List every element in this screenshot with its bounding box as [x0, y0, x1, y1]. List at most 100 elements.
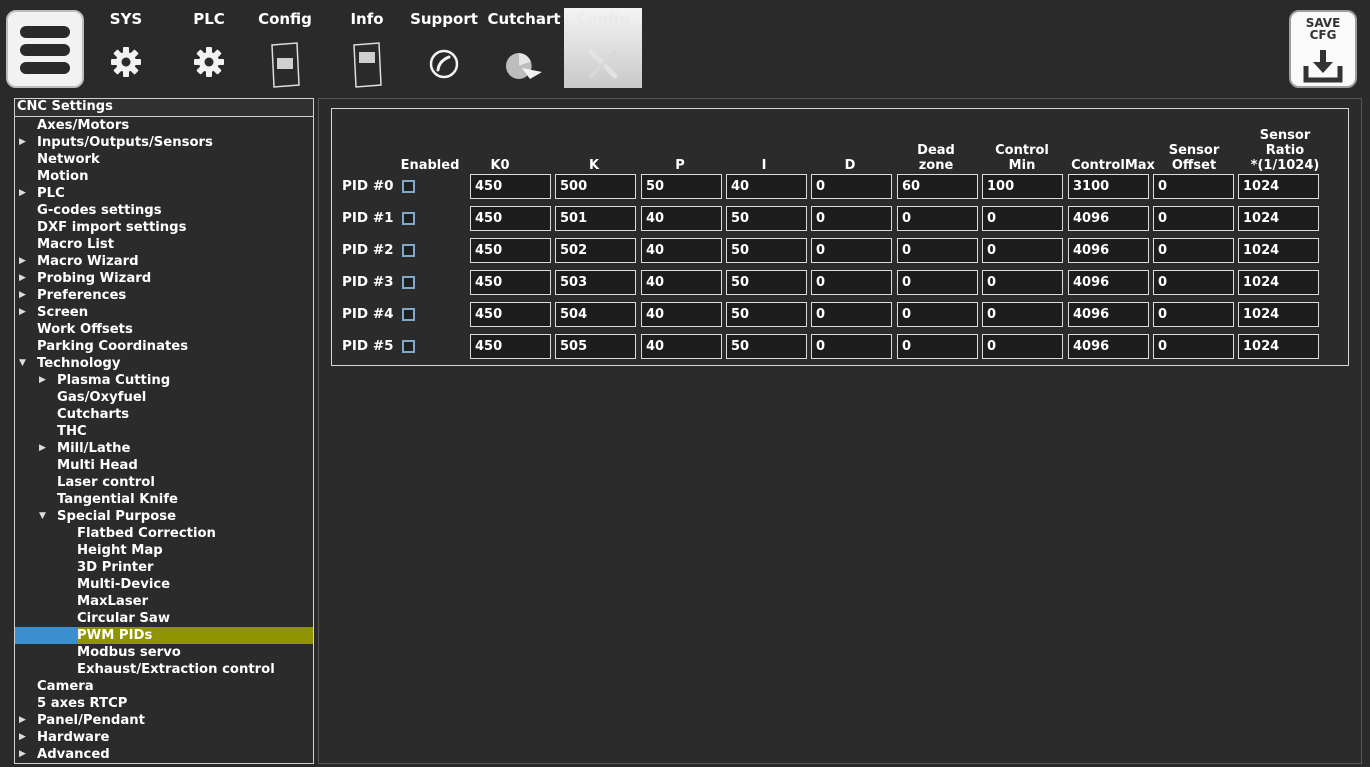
- pid-sensor-offset-field[interactable]: [1153, 206, 1234, 231]
- pid-p-field[interactable]: [641, 270, 722, 295]
- pid-control-min-field[interactable]: [982, 174, 1063, 199]
- sidebar-item-5-axes-rtcp[interactable]: 5 axes RTCP: [15, 695, 313, 712]
- pid-enabled-checkbox[interactable]: [402, 276, 415, 289]
- pid-control-min-field[interactable]: [982, 270, 1063, 295]
- pid-sensor-offset-field[interactable]: [1153, 334, 1234, 359]
- tab-config[interactable]: Config: [252, 8, 318, 88]
- sidebar-item-pwm-pids[interactable]: PWM PIDs: [15, 627, 313, 644]
- pid-d-field[interactable]: [811, 334, 892, 359]
- expand-right-arrow-icon[interactable]: ▶: [19, 287, 26, 304]
- sidebar-item-dxf-import-settings[interactable]: DXF import settings: [15, 219, 313, 236]
- pid-controlmax-field[interactable]: [1068, 238, 1149, 263]
- sidebar-item-macro-list[interactable]: Macro List: [15, 236, 313, 253]
- pid-k-field[interactable]: [555, 174, 636, 199]
- sidebar-item-modbus-servo[interactable]: Modbus servo: [15, 644, 313, 661]
- tab-plc[interactable]: PLC: [184, 8, 234, 88]
- sidebar-item-special-purpose[interactable]: ▼ Special Purpose: [15, 508, 313, 525]
- expand-down-arrow-icon[interactable]: ▼: [19, 355, 26, 372]
- sidebar-item-preferences[interactable]: ▶ Preferences: [15, 287, 313, 304]
- expand-right-arrow-icon[interactable]: ▶: [19, 185, 26, 202]
- pid-i-field[interactable]: [726, 206, 807, 231]
- pid-control-min-field[interactable]: [982, 238, 1063, 263]
- sidebar-item-thc[interactable]: THC: [15, 423, 313, 440]
- sidebar-item-plasma-cutting[interactable]: ▶ Plasma Cutting: [15, 372, 313, 389]
- pid-k0-field[interactable]: [470, 174, 551, 199]
- sidebar-item-flatbed-correction[interactable]: Flatbed Correction: [15, 525, 313, 542]
- expand-right-arrow-icon[interactable]: ▶: [19, 729, 26, 746]
- sidebar-item-maxlaser[interactable]: MaxLaser: [15, 593, 313, 610]
- pid-i-field[interactable]: [726, 334, 807, 359]
- pid-p-field[interactable]: [641, 238, 722, 263]
- pid-enabled-checkbox[interactable]: [402, 212, 415, 225]
- pid-dead-zone-field[interactable]: [897, 238, 978, 263]
- expand-right-arrow-icon[interactable]: ▶: [19, 270, 26, 287]
- pid-k0-field[interactable]: [470, 302, 551, 327]
- pid-d-field[interactable]: [811, 174, 892, 199]
- pid-k0-field[interactable]: [470, 238, 551, 263]
- expand-right-arrow-icon[interactable]: ▶: [39, 372, 46, 389]
- pid-controlmax-field[interactable]: [1068, 174, 1149, 199]
- pid-i-field[interactable]: [726, 174, 807, 199]
- sidebar-item-multi-device[interactable]: Multi-Device: [15, 576, 313, 593]
- pid-sensor-ratio-1-1024-field[interactable]: [1238, 238, 1319, 263]
- pid-k-field[interactable]: [555, 334, 636, 359]
- sidebar-item-3d-printer[interactable]: 3D Printer: [15, 559, 313, 576]
- pid-enabled-checkbox[interactable]: [402, 308, 415, 321]
- expand-right-arrow-icon[interactable]: ▶: [19, 134, 26, 151]
- pid-k-field[interactable]: [555, 206, 636, 231]
- pid-sensor-ratio-1-1024-field[interactable]: [1238, 334, 1319, 359]
- sidebar-item-circular-saw[interactable]: Circular Saw: [15, 610, 313, 627]
- settings-tree[interactable]: CNC Settings Axes/Motors ▶ Inputs/Outputs/…: [14, 98, 314, 764]
- sidebar-item-parking-coordinates[interactable]: Parking Coordinates: [15, 338, 313, 355]
- pid-k0-field[interactable]: [470, 334, 551, 359]
- pid-p-field[interactable]: [641, 206, 722, 231]
- pid-control-min-field[interactable]: [982, 334, 1063, 359]
- expand-right-arrow-icon[interactable]: ▶: [19, 746, 26, 763]
- sidebar-item-tangential-knife[interactable]: Tangential Knife: [15, 491, 313, 508]
- pid-p-field[interactable]: [641, 174, 722, 199]
- pid-k-field[interactable]: [555, 302, 636, 327]
- pid-d-field[interactable]: [811, 238, 892, 263]
- sidebar-item-technology[interactable]: ▼ Technology: [15, 355, 313, 372]
- tab-support[interactable]: Support: [404, 8, 484, 88]
- sidebar-item-hardware[interactable]: ▶ Hardware: [15, 729, 313, 746]
- pid-sensor-offset-field[interactable]: [1153, 270, 1234, 295]
- pid-controlmax-field[interactable]: [1068, 206, 1149, 231]
- pid-p-field[interactable]: [641, 302, 722, 327]
- pid-enabled-checkbox[interactable]: [402, 340, 415, 353]
- pid-i-field[interactable]: [726, 270, 807, 295]
- pid-controlmax-field[interactable]: [1068, 302, 1149, 327]
- main-menu-button[interactable]: [6, 10, 84, 88]
- expand-down-arrow-icon[interactable]: ▼: [39, 508, 46, 525]
- pid-d-field[interactable]: [811, 302, 892, 327]
- tab-cutchart[interactable]: Cutchart: [484, 8, 564, 88]
- pid-i-field[interactable]: [726, 238, 807, 263]
- sidebar-item-work-offsets[interactable]: Work Offsets: [15, 321, 313, 338]
- expand-right-arrow-icon[interactable]: ▶: [19, 253, 26, 270]
- sidebar-item-macro-wizard[interactable]: ▶ Macro Wizard: [15, 253, 313, 270]
- pid-sensor-offset-field[interactable]: [1153, 174, 1234, 199]
- pid-sensor-offset-field[interactable]: [1153, 238, 1234, 263]
- sidebar-item-inputs-outputs-sensors[interactable]: ▶ Inputs/Outputs/Sensors: [15, 134, 313, 151]
- pid-enabled-checkbox[interactable]: [402, 180, 415, 193]
- sidebar-item-screen[interactable]: ▶ Screen: [15, 304, 313, 321]
- pid-sensor-ratio-1-1024-field[interactable]: [1238, 206, 1319, 231]
- sidebar-item-network[interactable]: Network: [15, 151, 313, 168]
- pid-dead-zone-field[interactable]: [897, 174, 978, 199]
- expand-right-arrow-icon[interactable]: ▶: [39, 440, 46, 457]
- expand-right-arrow-icon[interactable]: ▶: [19, 712, 26, 729]
- pid-sensor-ratio-1-1024-field[interactable]: [1238, 302, 1319, 327]
- pid-dead-zone-field[interactable]: [897, 270, 978, 295]
- pid-k0-field[interactable]: [470, 270, 551, 295]
- pid-controlmax-field[interactable]: [1068, 270, 1149, 295]
- pid-k-field[interactable]: [555, 270, 636, 295]
- save-config-button[interactable]: SAVE CFG: [1289, 10, 1357, 88]
- sidebar-item-g-codes-settings[interactable]: G-codes settings: [15, 202, 313, 219]
- pid-sensor-ratio-1-1024-field[interactable]: [1238, 174, 1319, 199]
- pid-d-field[interactable]: [811, 270, 892, 295]
- pid-controlmax-field[interactable]: [1068, 334, 1149, 359]
- pid-sensor-ratio-1-1024-field[interactable]: [1238, 270, 1319, 295]
- pid-k0-field[interactable]: [470, 206, 551, 231]
- pid-k-field[interactable]: [555, 238, 636, 263]
- pid-d-field[interactable]: [811, 206, 892, 231]
